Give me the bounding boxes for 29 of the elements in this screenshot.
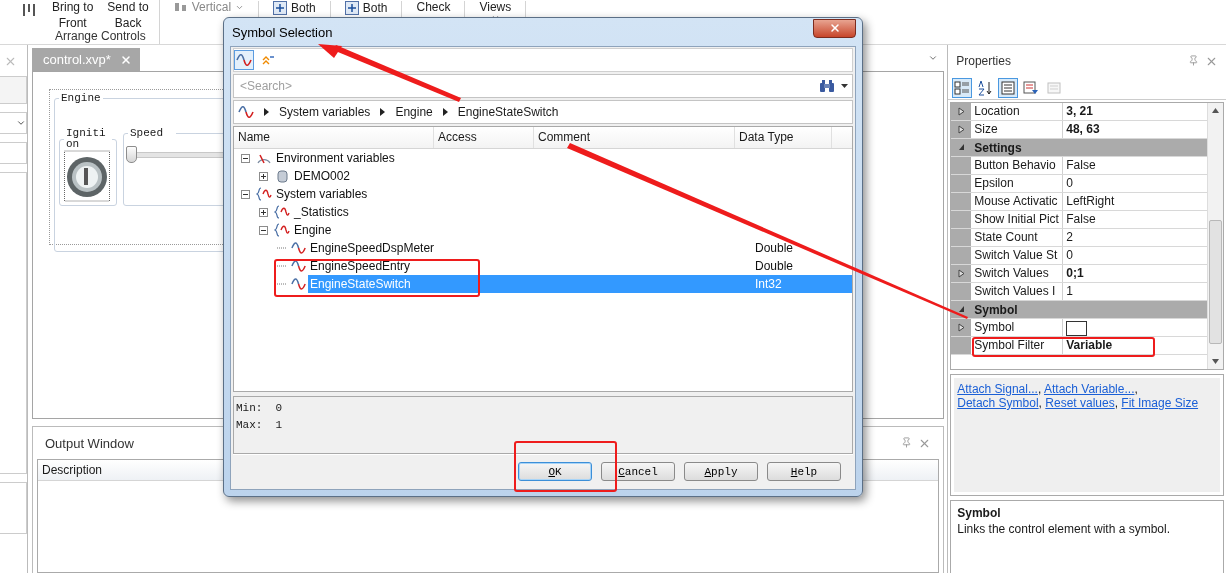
property-name: Mouse Activatic [971, 193, 1064, 210]
property-name: Switch Value St [971, 247, 1064, 264]
group-label: Engine [60, 92, 102, 104]
property-name: Show Initial Pict [971, 211, 1064, 228]
panel-title: Output Window [45, 435, 134, 451]
category-label: Settings [973, 140, 1022, 155]
category-label: Symbol [973, 302, 1018, 317]
description-text: Links the control element with a symbol. [957, 522, 1171, 536]
info-line: Max: 1 [236, 418, 284, 433]
property-name: Button Behavio [971, 157, 1064, 174]
property-name: Location [971, 103, 1064, 120]
commands-text: Attach Signal..., Attach Variable..., Detach Symbol, Reset values, Fit Image Size [954, 378, 1220, 492]
data-type-cell-text: Int32 [754, 277, 783, 291]
property-name: Size [971, 121, 1064, 138]
data-type-cell-text: Double [754, 259, 795, 273]
property-name: Switch Values [971, 265, 1064, 282]
property-name: Symbol [971, 319, 1064, 336]
property-name: State Count [971, 229, 1064, 246]
group-label: Speed [129, 128, 164, 139]
info-line: Min: 0 [236, 401, 284, 416]
ribbon-group-label: Arrange Controls [55, 29, 146, 43]
description-title: Symbol [957, 506, 1002, 520]
property-name: Switch Values I [971, 283, 1064, 300]
property-name: Epsilon [971, 175, 1064, 192]
dialog-title: Symbol Selection [231, 24, 333, 40]
property-name: Symbol Filter [971, 337, 1064, 354]
panel-title: Properties [956, 54, 1011, 68]
group-label: Igniti on [65, 128, 107, 150]
data-type-cell-text: Double [754, 241, 795, 255]
